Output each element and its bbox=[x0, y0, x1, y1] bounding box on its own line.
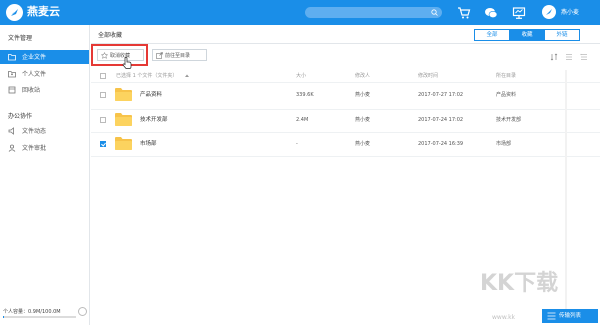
file-size: 339.6K bbox=[296, 92, 314, 98]
storage-usage-fill bbox=[3, 316, 4, 318]
file-modifier: 燕小麦 bbox=[355, 117, 371, 123]
sidebar-item-file-approval[interactable]: 文件审批 bbox=[0, 141, 89, 155]
folder-icon bbox=[115, 113, 132, 126]
file-size: 2.4M bbox=[296, 117, 309, 123]
column-modifier[interactable]: 修改人 bbox=[355, 73, 370, 79]
storage-usage-text: 个人容量：0.9M/100.0M bbox=[3, 309, 61, 315]
watermark-logo: KK下载 bbox=[480, 271, 559, 296]
search-input[interactable] bbox=[305, 7, 442, 18]
folder-icon bbox=[115, 137, 132, 150]
file-modified-time: 2017-07-24 17:02 bbox=[418, 117, 464, 123]
trash-icon bbox=[8, 86, 16, 94]
row-divider bbox=[91, 82, 600, 83]
file-name[interactable]: 技术开发部 bbox=[140, 117, 168, 123]
sidebar-item-company-files[interactable]: 企业文件 bbox=[0, 50, 89, 64]
tab-favorites[interactable]: 收藏 bbox=[509, 29, 545, 41]
avatar[interactable] bbox=[542, 5, 556, 19]
app-title: 燕麦云 bbox=[27, 5, 60, 18]
folder-icon bbox=[115, 88, 132, 101]
view-tabs: 全部 收藏 外链 bbox=[474, 29, 580, 41]
user-folder-icon bbox=[8, 71, 16, 78]
file-modifier: 燕小麦 bbox=[355, 141, 371, 147]
external-link-icon bbox=[156, 52, 163, 59]
sidebar-item-recycle-bin[interactable]: 回收站 bbox=[0, 83, 89, 97]
top-bar: 燕麦云 燕小麦 bbox=[0, 0, 600, 25]
sidebar-item-label: 文件动态 bbox=[22, 128, 47, 135]
select-all-checkbox[interactable] bbox=[100, 73, 106, 79]
sort-arrow-icon[interactable] bbox=[185, 74, 189, 78]
highlight-annotation bbox=[91, 44, 148, 66]
file-name[interactable]: 市场部 bbox=[140, 141, 157, 147]
cart-icon[interactable] bbox=[457, 6, 471, 20]
selection-count: 已选择 1 个文件（文件夹） bbox=[116, 73, 178, 79]
tab-external-links[interactable]: 外链 bbox=[544, 29, 580, 41]
go-to-folder-button[interactable]: 前往至目录 bbox=[152, 49, 207, 61]
file-location[interactable]: 市场部 bbox=[496, 141, 511, 147]
user-name[interactable]: 燕小麦 bbox=[561, 9, 579, 16]
sidebar-item-label: 企业文件 bbox=[22, 54, 47, 61]
file-name[interactable]: 产品资料 bbox=[140, 92, 162, 98]
sidebar-item-label: 回收站 bbox=[22, 87, 41, 94]
row-checkbox[interactable] bbox=[100, 92, 106, 98]
grid-view-icon[interactable] bbox=[580, 53, 588, 61]
chat-icon[interactable] bbox=[484, 6, 498, 20]
row-divider bbox=[91, 109, 600, 110]
row-divider bbox=[91, 132, 600, 133]
breadcrumb[interactable]: 全部收藏 bbox=[98, 32, 122, 39]
storage-usage-bar bbox=[3, 316, 76, 318]
file-modifier: 燕小麦 bbox=[355, 92, 371, 98]
file-modified-time: 2017-07-27 17:02 bbox=[418, 92, 464, 98]
file-location[interactable]: 产品资料 bbox=[496, 92, 516, 98]
collapse-sidebar-button[interactable] bbox=[78, 307, 87, 316]
sidebar-item-label: 文件审批 bbox=[22, 145, 47, 152]
search-icon[interactable] bbox=[431, 9, 438, 16]
row-checkbox[interactable] bbox=[100, 117, 106, 123]
row-divider bbox=[91, 156, 600, 157]
column-location[interactable]: 所在目录 bbox=[496, 73, 516, 79]
sidebar-item-file-activity[interactable]: 文件动态 bbox=[0, 124, 89, 138]
column-modified-time[interactable]: 修改时间 bbox=[418, 73, 438, 79]
hand-cursor-icon bbox=[122, 57, 132, 69]
file-location[interactable]: 技术开发部 bbox=[496, 117, 521, 123]
header-divider bbox=[91, 43, 600, 44]
broadcast-icon bbox=[8, 127, 14, 135]
sidebar-heading-office-collab: 办公协作 bbox=[8, 113, 33, 120]
file-modified-time: 2017-07-24 16:39 bbox=[418, 141, 464, 147]
row-checkbox[interactable] bbox=[100, 141, 106, 147]
list-view-icon[interactable] bbox=[565, 53, 573, 61]
transfer-list-label: 传输列表 bbox=[559, 313, 582, 319]
scrollbar[interactable] bbox=[565, 70, 567, 320]
approval-icon bbox=[8, 144, 16, 152]
sidebar-item-label: 个人文件 bbox=[22, 71, 47, 78]
transfer-list-button[interactable]: 传输列表 bbox=[542, 309, 598, 323]
tab-all[interactable]: 全部 bbox=[474, 29, 510, 41]
sidebar-item-personal-files[interactable]: 个人文件 bbox=[0, 67, 89, 81]
logo-icon bbox=[6, 4, 23, 21]
transfer-list-icon bbox=[547, 312, 556, 320]
sidebar: 文件管理 企业文件 个人文件 回收站 办公协作 文件动态 文件审批 个人容量：0… bbox=[0, 25, 90, 325]
column-size[interactable]: 大小 bbox=[296, 73, 306, 79]
watermark-url: www.kk bbox=[492, 314, 516, 321]
sort-icon[interactable] bbox=[550, 53, 558, 61]
go-to-folder-label: 前往至目录 bbox=[165, 53, 191, 59]
file-size: - bbox=[296, 141, 298, 147]
sidebar-heading-file-management: 文件管理 bbox=[8, 35, 33, 42]
folder-icon bbox=[8, 54, 16, 61]
monitor-icon[interactable] bbox=[512, 6, 526, 20]
